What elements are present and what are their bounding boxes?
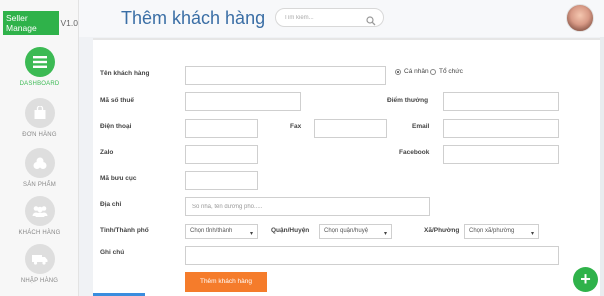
ward-select[interactable]: Chọn xã/phường ▾ — [464, 224, 539, 239]
page-title: Thêm khách hàng — [121, 8, 266, 28]
sidebar-item-label: DASHBOARD — [19, 81, 60, 87]
postal-code-label: Mã bưu cục — [100, 175, 137, 182]
brand-name: Seller Manage — [3, 11, 59, 35]
sidebar: Seller Manage V1.0 DASHBOARD ĐƠN HÀNG SẢ… — [0, 0, 79, 296]
zalo-input[interactable] — [185, 145, 258, 164]
email-input[interactable] — [443, 119, 559, 138]
sidebar-item-label: SẢN PHẨM — [23, 182, 56, 188]
chevron-down-icon: ▾ — [530, 231, 534, 237]
fax-label: Fax — [290, 123, 302, 130]
add-fab-button[interactable]: + — [573, 267, 598, 292]
ward-select-value: Chọn xã/phường — [469, 228, 515, 234]
list-icon — [24, 47, 55, 77]
radio-personal[interactable]: Cá nhân — [395, 68, 429, 75]
chevron-down-icon: ▾ — [383, 231, 387, 237]
points-input[interactable] — [443, 92, 559, 111]
zalo-label: Zalo — [100, 149, 114, 156]
users-icon — [24, 196, 55, 226]
customer-form-card: Tên khách hàng Cá nhân Tổ chức Mã số thu… — [93, 38, 600, 296]
search-box[interactable] — [275, 8, 384, 27]
sidebar-item-label: KHÁCH HÀNG — [18, 230, 61, 236]
radio-checked-icon — [395, 68, 401, 75]
radio-personal-label: Cá nhân — [404, 68, 429, 75]
district-select[interactable]: Chọn quận/huyệ ▾ — [319, 224, 392, 239]
address-input[interactable] — [185, 197, 430, 216]
radio-unchecked-icon — [430, 68, 436, 75]
district-select-value: Chọn quận/huyệ — [324, 228, 369, 234]
avatar[interactable] — [566, 4, 594, 32]
search-input[interactable] — [284, 13, 364, 23]
truck-icon — [24, 244, 55, 274]
sidebar-item-customers[interactable]: KHÁCH HÀNG — [0, 196, 79, 236]
phone-input[interactable] — [185, 119, 258, 138]
note-label: Ghi chú — [100, 249, 125, 256]
boxes-icon — [24, 148, 55, 178]
scroll-track[interactable] — [600, 37, 604, 296]
card-divider — [93, 38, 600, 40]
bag-icon — [24, 98, 55, 128]
header: Thêm khách hàng — [79, 0, 604, 37]
phone-label: Điện thoại — [100, 123, 132, 130]
postal-code-input[interactable] — [185, 171, 258, 190]
sidebar-item-label: ĐƠN HÀNG — [22, 132, 57, 138]
email-label: Email — [412, 123, 430, 130]
city-select-value: Chọn tỉnh/thành — [190, 228, 233, 234]
radio-organization-label: Tổ chức — [439, 68, 463, 75]
search-icon[interactable] — [366, 13, 376, 31]
district-label: Quận/Huyện — [271, 227, 310, 234]
ward-label: Xã/Phường — [424, 227, 460, 234]
fax-input[interactable] — [314, 119, 387, 138]
address-label: Địa chỉ — [100, 201, 122, 208]
facebook-input[interactable] — [443, 145, 559, 164]
brand-version: V1.0 — [60, 18, 79, 28]
city-label: Tỉnh/Thành phố — [100, 227, 149, 234]
customer-name-label: Tên khách hàng — [100, 70, 150, 77]
city-select[interactable]: Chọn tỉnh/thành ▾ — [185, 224, 258, 239]
sidebar-item-dashboard[interactable]: DASHBOARD — [0, 47, 79, 87]
sidebar-item-products[interactable]: SẢN PHẨM — [0, 148, 79, 188]
add-customer-button[interactable]: Thêm khách hàng — [185, 272, 267, 292]
sidebar-item-import[interactable]: NHẬP HÀNG — [0, 244, 79, 284]
brand[interactable]: Seller Manage V1.0 — [3, 11, 78, 35]
tax-code-input[interactable] — [185, 92, 301, 111]
facebook-label: Facebook — [399, 149, 430, 156]
sidebar-item-label: NHẬP HÀNG — [20, 278, 59, 284]
customer-name-input[interactable] — [185, 66, 386, 85]
tax-code-label: Mã số thuế — [100, 97, 134, 104]
radio-organization[interactable]: Tổ chức — [430, 68, 463, 75]
chevron-down-icon: ▾ — [249, 231, 253, 237]
sidebar-item-orders[interactable]: ĐƠN HÀNG — [0, 98, 79, 138]
note-input[interactable] — [185, 246, 559, 265]
points-label: Điểm thưởng — [387, 97, 429, 104]
